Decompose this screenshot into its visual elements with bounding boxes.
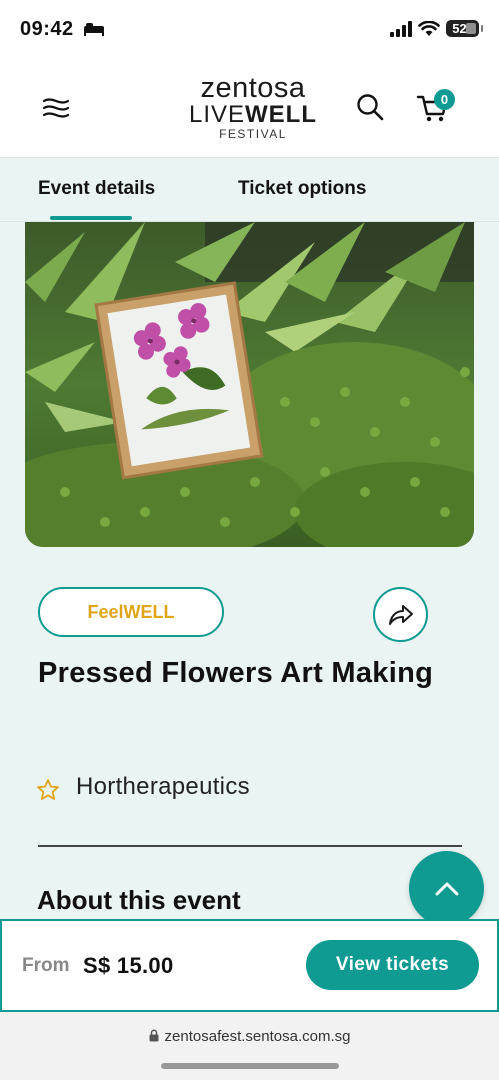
event-hero-image [25,222,474,547]
chevron-up-icon [435,882,458,895]
star-icon [37,779,59,800]
category-badge[interactable]: FeelWELL [38,587,224,637]
share-button[interactable] [373,587,428,642]
search-icon[interactable] [355,92,385,122]
event-details-content: FeelWELL Pressed Flowers Art Making Hort… [0,222,499,919]
logo-well: WELL [245,101,317,128]
logo-wordmark: zentosa [200,72,306,104]
site-header: zentosa LIVEWELL FESTIVAL 0 [0,60,499,157]
logo-festival: FESTIVAL [219,127,287,141]
event-host[interactable]: Hortherapeutics [76,773,250,801]
section-divider [38,845,462,847]
url-text: zentosafest.sentosa.com.sg [164,1028,351,1045]
menu-icon[interactable] [41,93,71,123]
home-indicator[interactable] [161,1063,339,1069]
active-tab-indicator [50,216,132,220]
status-time: 09:42 [20,18,74,40]
event-title: Pressed Flowers Art Making [38,657,434,689]
scroll-to-top-button[interactable] [409,851,484,919]
about-heading: About this event [37,885,241,915]
battery-level: 52 [452,21,467,36]
status-bar: 09:42 52 [0,0,499,60]
url-display[interactable]: zentosafest.sentosa.com.sg [0,1028,499,1045]
zentosa-livewell-logo[interactable]: zentosa LIVEWELL FESTIVAL [188,72,318,142]
logo-live: LIVE [188,101,246,128]
logo-livewell: LIVEWELL [188,103,318,127]
cart-count-badge: 0 [434,89,455,110]
price-from-label: From [22,955,70,976]
share-icon [388,604,413,625]
sleep-mode-icon [84,23,104,36]
browser-address-bar: zentosafest.sentosa.com.sg [0,1012,499,1080]
status-indicators: 52 [390,20,483,37]
wifi-icon [418,20,440,36]
view-tickets-button[interactable]: View tickets [306,940,479,990]
tab-ticket-options[interactable]: Ticket options [238,178,366,200]
price-value: S$ 15.00 [83,953,174,978]
signal-icon [390,20,412,37]
battery-indicator: 52 [446,20,483,37]
tab-event-details[interactable]: Event details [38,178,155,200]
event-tabs: Event details Ticket options [0,157,499,222]
purchase-bar: From S$ 15.00 View tickets [0,919,499,1012]
lock-icon [149,1029,159,1042]
